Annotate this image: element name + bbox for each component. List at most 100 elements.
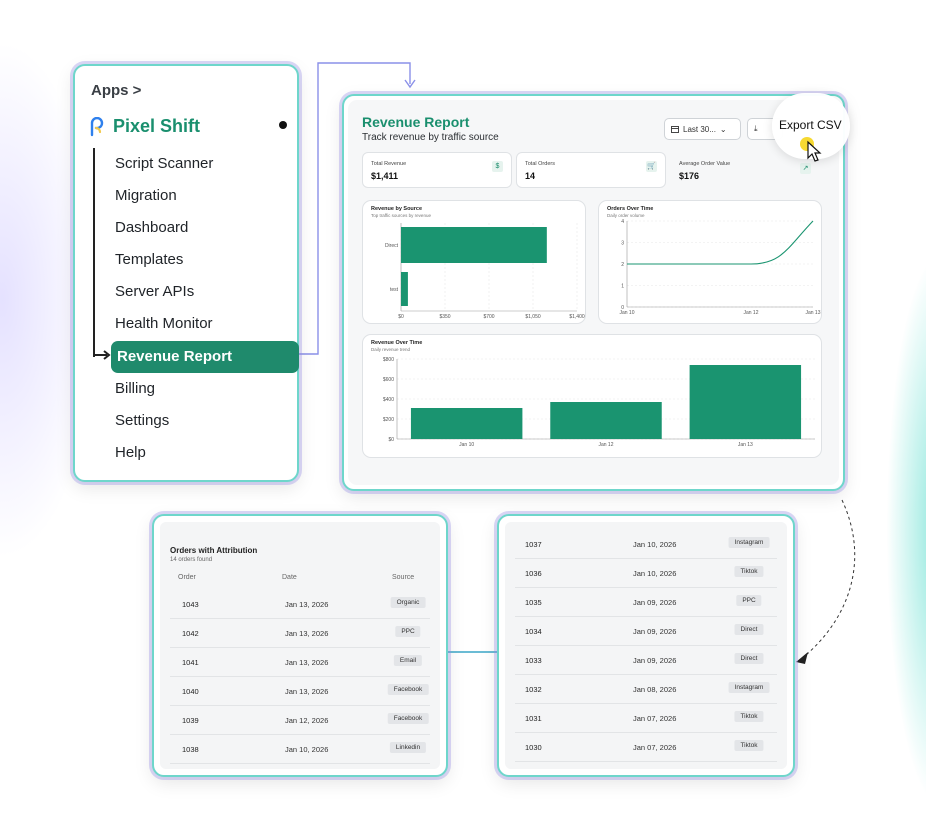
table-row[interactable]: 1042 Jan 13, 2026 PPC: [170, 619, 430, 648]
order-id: 1040: [182, 687, 199, 696]
chart-orders-over-time: Orders Over Time Daily order volume 0123…: [598, 200, 822, 324]
date-range-select[interactable]: Last 30... ⌄: [664, 118, 741, 140]
order-id: 1043: [182, 600, 199, 609]
x-tick-label: $350: [439, 314, 450, 320]
order-id: 1042: [182, 629, 199, 638]
source-badge: Tiktok: [734, 711, 764, 722]
y-tick-label: test: [390, 287, 399, 293]
x-tick-label: Jan 13: [805, 310, 820, 316]
brand[interactable]: Pixel Shift: [89, 116, 200, 137]
table-row[interactable]: 1040 Jan 13, 2026 Facebook: [170, 677, 430, 706]
order-date: Jan 13, 2026: [285, 658, 329, 667]
chart-plot: 01234Jan 10 Jan 12 Jan 13: [619, 219, 820, 316]
kpi-label: Total Orders: [525, 161, 555, 167]
table-row[interactable]: 1041 Jan 13, 2026 Email: [170, 648, 430, 677]
order-date: Jan 09, 2026: [633, 598, 677, 607]
x-tick-label: Jan 13: [738, 442, 753, 448]
table-row[interactable]: 1037 Jan 10, 2026 Instagram: [515, 530, 777, 559]
order-date: Jan 10, 2026: [633, 569, 677, 578]
export-csv-button[interactable]: Export CSV: [779, 118, 842, 132]
table-row[interactable]: 1036 Jan 10, 2026 Tiktok: [515, 559, 777, 588]
order-id: 1036: [525, 569, 542, 578]
order-date: Jan 13, 2026: [285, 687, 329, 696]
table-row[interactable]: 1034 Jan 09, 2026 Direct: [515, 617, 777, 646]
source-badge: Direct: [734, 653, 764, 664]
y-tick-label: 4: [621, 219, 624, 225]
order-id: 1037: [525, 540, 542, 549]
bar: [410, 408, 523, 439]
apps-nav-panel: Apps > Pixel Shift Script Scanner Migrat…: [73, 64, 299, 482]
kpi-total-revenue: Total Revenue $1,411 $: [362, 152, 512, 188]
table-row[interactable]: 1031 Jan 07, 2026 Tiktok: [515, 704, 777, 733]
order-id: 1041: [182, 658, 199, 667]
nav-arrow-icon: [93, 348, 111, 360]
y-tick-label: $200: [383, 417, 394, 423]
x-tick-label: $700: [483, 314, 494, 320]
orders-table-page-2: 1037 Jan 10, 2026 Instagram 1036 Jan 10, 202…: [497, 514, 795, 777]
download-icon: ⤓: [754, 124, 758, 133]
revenue-report-panel: Revenue Report Track revenue by traffic …: [342, 94, 845, 491]
kpi-value: $176: [679, 171, 700, 181]
chart-revenue-over-time: Revenue Over Time Daily revenue trend $0…: [362, 334, 822, 458]
pixel-shift-logo-icon: [90, 116, 104, 136]
nav-item-revenue-report[interactable]: Revenue Report: [111, 341, 299, 373]
source-badge: Tiktok: [734, 566, 764, 577]
order-id: 1038: [182, 745, 199, 754]
nav-item-templates[interactable]: Templates: [115, 251, 183, 268]
kpi-value: 14: [525, 171, 536, 181]
bar: [401, 227, 547, 263]
cursor-icon: [800, 137, 822, 162]
kpi-label: Average Order Value: [679, 161, 731, 167]
y-tick-label: Direct: [385, 243, 399, 249]
table-title: Orders with Attribution: [170, 546, 258, 555]
source-badge: Direct: [734, 624, 764, 635]
chart-plot: $0 $350 $700 $1,050 $1,400 Direct test: [385, 223, 585, 320]
table-row[interactable]: 1030 Jan 07, 2026 Tiktok: [515, 733, 777, 762]
order-id: 1035: [525, 598, 542, 607]
nav-item-billing[interactable]: Billing: [115, 380, 155, 397]
bar: [689, 365, 802, 439]
source-badge: Linkedin: [389, 742, 427, 753]
nav-item-health-monitor[interactable]: Health Monitor: [115, 315, 213, 332]
calendar-icon: [671, 126, 679, 133]
table-row[interactable]: 1032 Jan 08, 2026 Instagram: [515, 675, 777, 704]
y-tick-label: $0: [388, 437, 394, 443]
order-date: Jan 09, 2026: [633, 656, 677, 665]
header-date: Date: [282, 574, 297, 581]
order-date: Jan 09, 2026: [633, 627, 677, 636]
source-badge: Instagram: [728, 537, 770, 548]
table-row[interactable]: 1033 Jan 09, 2026 Direct: [515, 646, 777, 675]
order-date: Jan 10, 2026: [285, 745, 329, 754]
page-title: Revenue Report: [362, 114, 470, 130]
table-row[interactable]: 1038 Jan 10, 2026 Linkedin: [170, 735, 430, 764]
order-id: 1030: [525, 743, 542, 752]
nav-item-dashboard[interactable]: Dashboard: [115, 219, 188, 236]
order-id: 1039: [182, 716, 199, 725]
header-order: Order: [178, 574, 196, 581]
cart-icon: 🛒: [646, 161, 657, 172]
table-body: Orders with Attribution 14 orders found …: [160, 522, 440, 769]
y-tick-label: 1: [621, 284, 624, 290]
breadcrumb[interactable]: Apps >: [91, 82, 141, 99]
nav-item-server-apis[interactable]: Server APIs: [115, 283, 194, 300]
x-tick-label: $1,050: [525, 314, 541, 320]
table-row[interactable]: 1035 Jan 09, 2026 PPC: [515, 588, 777, 617]
nav-item-migration[interactable]: Migration: [115, 187, 177, 204]
nav-item-script-scanner[interactable]: Script Scanner: [115, 155, 213, 172]
bar: [550, 402, 662, 439]
page-subtitle: Track revenue by traffic source: [362, 132, 499, 143]
source-badge: PPC: [395, 626, 421, 637]
order-id: 1033: [525, 656, 542, 665]
table-row[interactable]: 1039 Jan 12, 2026 Facebook: [170, 706, 430, 735]
status-dot: [279, 121, 287, 129]
nav-item-help[interactable]: Help: [115, 444, 146, 461]
chevron-down-icon: ⌄: [719, 124, 727, 134]
order-date: Jan 13, 2026: [285, 600, 329, 609]
table-body: 1037 Jan 10, 2026 Instagram 1036 Jan 10, 202…: [505, 522, 787, 769]
y-tick-label: 2: [621, 262, 624, 268]
table-row[interactable]: 1043 Jan 13, 2026 Organic: [170, 590, 430, 619]
order-date: Jan 12, 2026: [285, 716, 329, 725]
x-tick-label: Jan 10: [619, 310, 634, 316]
source-badge: Facebook: [387, 713, 429, 724]
nav-item-settings[interactable]: Settings: [115, 412, 169, 429]
